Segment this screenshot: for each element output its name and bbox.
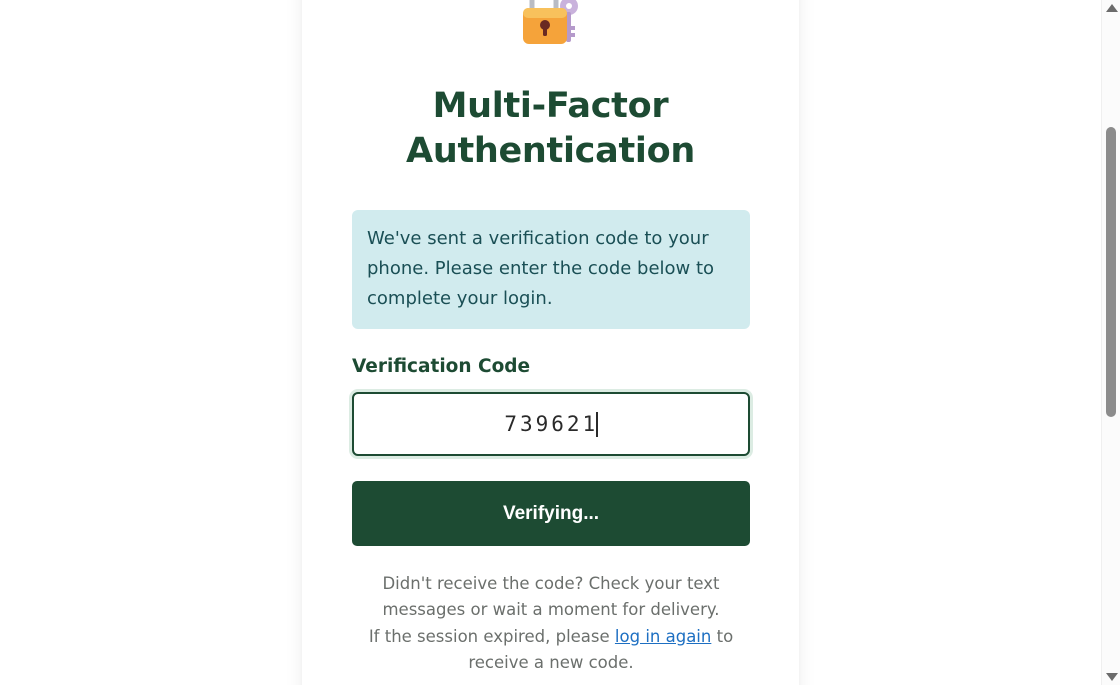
vertical-scrollbar[interactable] [1101, 0, 1120, 685]
code-field-label: Verification Code [352, 356, 531, 377]
verification-code-input[interactable]: 739621 [352, 392, 750, 456]
verify-button[interactable]: Verifying... [352, 481, 750, 546]
log-in-again-link[interactable]: log in again [615, 627, 711, 646]
viewport: Multi-Factor Authentication We've sent a… [0, 0, 1120, 685]
code-value: 739621 [504, 412, 599, 436]
page-title: Multi-Factor Authentication [302, 84, 799, 174]
help-line2-prefix: If the session expired, please [368, 626, 610, 646]
scroll-thumb[interactable] [1106, 127, 1116, 417]
scroll-down-arrow-icon[interactable] [1106, 673, 1118, 681]
scroll-up-arrow-icon[interactable] [1106, 4, 1118, 12]
mfa-card: Multi-Factor Authentication We've sent a… [302, 0, 799, 685]
lock-key-icon [522, 0, 582, 44]
text-caret [596, 411, 598, 437]
help-line1: Didn't receive the code? Check your text… [382, 574, 720, 620]
page-title-line2: Authentication [406, 131, 695, 171]
page-title-line1: Multi-Factor [432, 86, 669, 126]
help-text: Didn't receive the code? Check your text… [360, 571, 742, 676]
info-message: We've sent a verification code to your p… [352, 210, 750, 329]
